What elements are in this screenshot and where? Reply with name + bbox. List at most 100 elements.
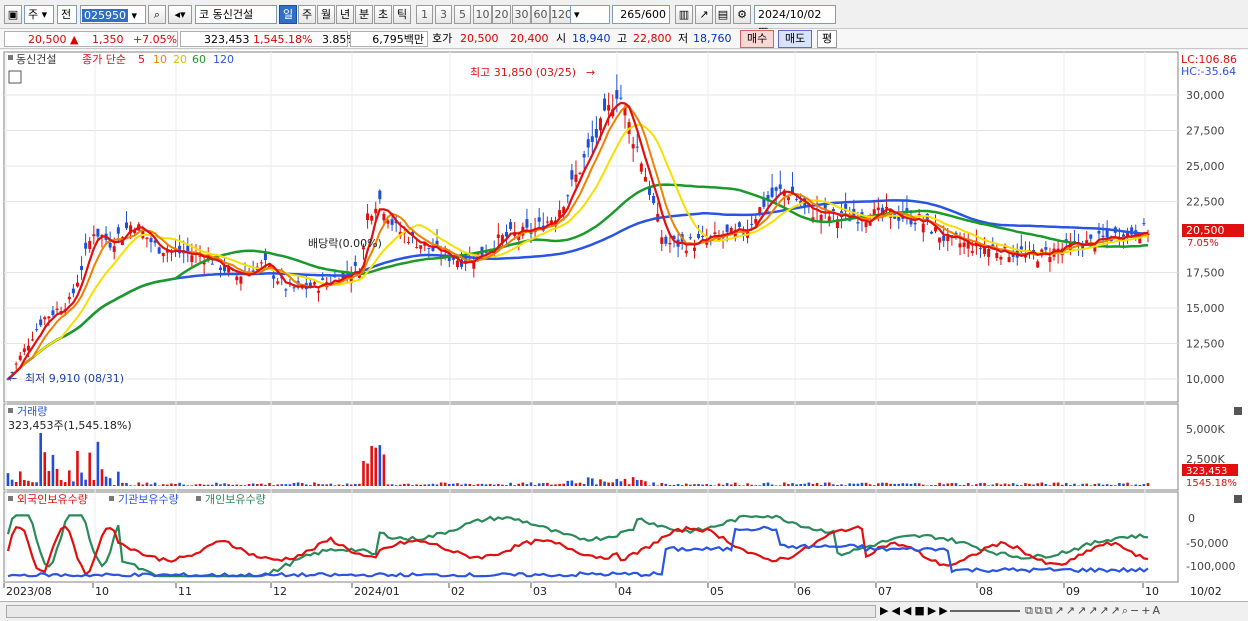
candle-type-icon[interactable]: ▥ bbox=[675, 5, 693, 24]
candle-body bbox=[431, 247, 435, 251]
candle-body bbox=[619, 97, 623, 99]
volume-bar bbox=[72, 481, 75, 486]
candle-body bbox=[276, 281, 280, 284]
volume-bar bbox=[938, 482, 941, 486]
stock-code-input[interactable]: 025950 ▾ bbox=[80, 5, 146, 24]
volume-bar bbox=[182, 484, 185, 486]
candle-body bbox=[668, 242, 672, 245]
volume-bar bbox=[84, 479, 87, 486]
interval-button-20[interactable]: 20 bbox=[492, 5, 511, 24]
volume-bar bbox=[844, 485, 847, 486]
period-button-3[interactable]: 년 bbox=[336, 5, 354, 24]
volume-bar bbox=[10, 479, 14, 486]
interval-select[interactable]: ▾ bbox=[570, 5, 610, 24]
volume-bar bbox=[611, 482, 615, 486]
volume-bar bbox=[827, 482, 831, 486]
volume-bar bbox=[100, 469, 104, 486]
volume-bar bbox=[411, 485, 414, 486]
interval-button-10[interactable]: 10 bbox=[473, 5, 492, 24]
horizontal-scrollbar[interactable] bbox=[6, 605, 876, 618]
holding-close-icon[interactable] bbox=[1234, 495, 1242, 503]
interval-button-3[interactable]: 3 bbox=[435, 5, 452, 24]
candle-body bbox=[688, 237, 692, 239]
volume-bar bbox=[1109, 484, 1113, 486]
speaker-icon[interactable]: ◂▾ bbox=[168, 5, 192, 24]
draw-tool-icon[interactable]: ↗ bbox=[695, 5, 713, 24]
stock-name-field[interactable]: 코 동신건설 bbox=[195, 5, 277, 24]
x-axis-label: 10 bbox=[1145, 585, 1159, 598]
calculator-icon[interactable] bbox=[8, 70, 22, 84]
volume-bar bbox=[525, 484, 529, 486]
volume-bar bbox=[92, 480, 96, 486]
volume-bar bbox=[881, 482, 884, 486]
prev-button[interactable]: 전 bbox=[57, 5, 77, 24]
candle-body bbox=[55, 308, 59, 310]
low-arrow-icon: ← bbox=[8, 372, 17, 385]
volume-bar bbox=[856, 483, 860, 486]
sell-button[interactable]: 매도 bbox=[778, 30, 813, 48]
volume-bar bbox=[166, 484, 169, 486]
period-button-6[interactable]: 틱 bbox=[393, 5, 411, 24]
volume-panel[interactable] bbox=[3, 403, 1179, 491]
bottom-tool-icons[interactable]: ⧉⧉⧉↗↗↗↗↗↗⌕−+A bbox=[1025, 604, 1245, 619]
price-tick-label: 17,500 bbox=[1186, 267, 1225, 280]
volume-bar bbox=[1024, 483, 1027, 486]
volume-bar bbox=[366, 463, 369, 486]
gear-icon[interactable]: ⚙ bbox=[733, 5, 751, 24]
candle-body bbox=[39, 319, 43, 326]
volume-bar bbox=[758, 485, 762, 486]
interval-button-60[interactable]: 60 bbox=[531, 5, 550, 24]
chart-area[interactable]: 동신건설 종가 단순 5 10 20 60 120 LC:106.86 HC:-… bbox=[0, 50, 1248, 602]
period-button-1[interactable]: 주 bbox=[298, 5, 316, 24]
candle-body bbox=[31, 339, 35, 341]
market-type-select[interactable]: 주 ▾ bbox=[24, 5, 54, 24]
volume-bar bbox=[317, 484, 320, 486]
candle-body bbox=[1105, 229, 1109, 238]
volume-bar bbox=[202, 484, 206, 486]
candle-body bbox=[374, 208, 378, 214]
volume-bar bbox=[1089, 485, 1093, 486]
interval-button-1[interactable]: 1 bbox=[416, 5, 433, 24]
count-input[interactable]: 265/600 bbox=[612, 5, 670, 24]
legend-individual: 개인보유수량 bbox=[205, 493, 266, 506]
save-icon[interactable]: ▤ bbox=[715, 5, 731, 24]
volume-close-icon[interactable] bbox=[1234, 407, 1242, 415]
candle-body bbox=[509, 222, 513, 229]
holding-tick-50000: -50,000 bbox=[1186, 537, 1228, 550]
candle-body bbox=[47, 316, 51, 319]
volume-bar bbox=[823, 482, 827, 486]
volume-bar bbox=[1040, 482, 1044, 486]
search-icon[interactable]: ⌕ bbox=[148, 5, 166, 24]
period-button-5[interactable]: 초 bbox=[374, 5, 392, 24]
x-axis-label: 10 bbox=[95, 585, 109, 598]
volume-bar bbox=[255, 483, 259, 486]
date-input[interactable]: 2024/10/02 ▦ bbox=[754, 5, 836, 38]
volume-bar bbox=[108, 478, 112, 486]
candle-body bbox=[43, 317, 47, 320]
buy-button[interactable]: 매수 bbox=[740, 30, 775, 48]
volume-bar bbox=[497, 484, 500, 486]
period-button-0[interactable]: 일 bbox=[279, 5, 297, 24]
period-button-2[interactable]: 월 bbox=[317, 5, 335, 24]
volume-bar bbox=[1138, 484, 1142, 486]
volume-bar bbox=[913, 483, 917, 486]
legend-ma20: 20 bbox=[173, 53, 187, 66]
candle-body bbox=[786, 197, 790, 201]
evaluate-button[interactable]: 평 bbox=[817, 30, 838, 48]
candle-body bbox=[321, 278, 325, 280]
volume-bar bbox=[149, 484, 153, 486]
scroll-controls[interactable]: ▶◀◀■▶▶ bbox=[880, 604, 948, 619]
volume-bar bbox=[689, 484, 692, 486]
zoom-slider[interactable] bbox=[950, 610, 1020, 612]
layout-icon[interactable]: ▣ bbox=[4, 5, 22, 24]
volume-bar bbox=[1101, 484, 1105, 486]
interval-button-120[interactable]: 120 bbox=[550, 5, 572, 24]
candle-body bbox=[938, 237, 942, 243]
volume-bar bbox=[18, 471, 22, 486]
volume-bar bbox=[1126, 482, 1129, 486]
volume-bar bbox=[304, 484, 308, 486]
interval-button-30[interactable]: 30 bbox=[512, 5, 531, 24]
period-button-4[interactable]: 분 bbox=[355, 5, 373, 24]
chart-scroll-bar[interactable]: ▶◀◀■▶▶ ⧉⧉⧉↗↗↗↗↗↗⌕−+A bbox=[0, 601, 1248, 621]
interval-button-5[interactable]: 5 bbox=[454, 5, 471, 24]
